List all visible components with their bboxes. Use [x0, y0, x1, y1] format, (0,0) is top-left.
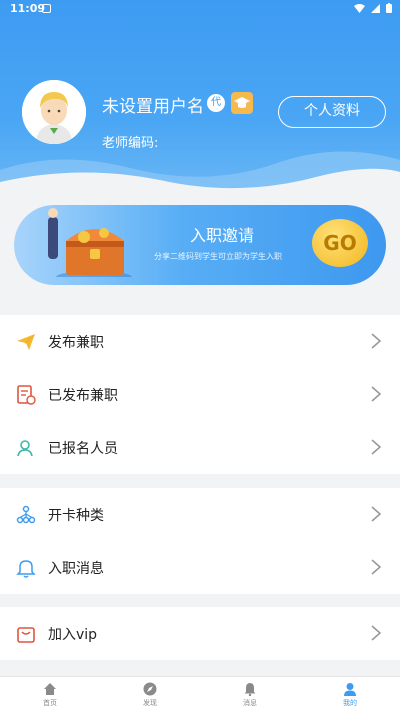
tab-home[interactable]: 首页	[0, 677, 100, 710]
chevron-right-icon	[371, 506, 382, 522]
user-icon	[344, 683, 356, 696]
chevron-right-icon	[371, 559, 382, 575]
home-icon	[44, 683, 56, 695]
username: 未设置用户名	[102, 97, 204, 117]
signal-icon	[371, 3, 380, 13]
tab-label: 我的	[343, 699, 357, 707]
tree-structure-icon	[16, 505, 36, 524]
chevron-right-icon	[371, 386, 382, 402]
menu-group-1: 发布兼职 已发布兼职 已报名人员	[0, 315, 400, 474]
graduation-cap-icon	[231, 92, 253, 114]
avatar-illustration	[22, 80, 86, 144]
wave-decoration	[0, 151, 400, 200]
bell-icon	[16, 560, 36, 578]
tab-label: 发现	[143, 699, 157, 707]
go-button[interactable]: GO	[312, 219, 368, 267]
bell-icon	[244, 683, 256, 696]
avatar[interactable]	[22, 80, 86, 144]
menu-item-onboarding-messages[interactable]: 入职消息	[0, 541, 400, 594]
tab-label: 首页	[43, 699, 57, 707]
status-time: 11:09	[10, 2, 46, 15]
bag-icon	[17, 627, 35, 643]
menu-item-published-jobs[interactable]: 已发布兼职	[0, 368, 400, 421]
menu-item-post-job[interactable]: 发布兼职	[0, 315, 400, 368]
compass-icon	[143, 682, 157, 696]
menu-item-applicants[interactable]: 已报名人员	[0, 421, 400, 474]
document-icon	[17, 385, 36, 405]
notification-icon	[42, 4, 51, 13]
menu-item-join-vip[interactable]: 加入vip	[0, 607, 400, 660]
tab-label: 消息	[243, 699, 257, 707]
status-bar: 11:09	[0, 0, 400, 18]
banner-title: 入职邀请	[190, 226, 255, 245]
treasure-chest-illustration	[48, 208, 132, 277]
tab-discover[interactable]: 发现	[100, 677, 200, 710]
bottom-tab-bar: 首页 发现 消息 我的	[0, 676, 400, 710]
menu-item-label: 开卡种类	[48, 508, 104, 524]
menu-item-label: 已发布兼职	[48, 388, 118, 404]
wifi-icon	[354, 3, 365, 13]
menu-item-label: 发布兼职	[48, 335, 104, 351]
chevron-right-icon	[371, 333, 382, 349]
menu-item-card-types[interactable]: 开卡种类	[0, 488, 400, 541]
tab-messages[interactable]: 消息	[200, 677, 300, 710]
menu-group-2: 开卡种类 入职消息	[0, 488, 400, 594]
banner-subtitle: 分享二维码到学生可立即为学生入职	[154, 252, 282, 261]
tab-mine[interactable]: 我的	[300, 677, 400, 710]
chevron-right-icon	[371, 439, 382, 455]
system-icons	[354, 3, 392, 13]
battery-icon	[386, 3, 392, 13]
profile-header: 11:09 未设置用户名 代 老师编码: 个人资料	[0, 0, 400, 200]
chevron-right-icon	[371, 625, 382, 641]
agent-badge: 代	[207, 94, 225, 112]
people-icon	[17, 440, 33, 457]
menu-group-3: 加入vip	[0, 607, 400, 660]
menu-item-label: 入职消息	[48, 561, 104, 577]
profile-button[interactable]: 个人资料	[278, 96, 386, 128]
menu-item-label: 加入vip	[48, 627, 98, 643]
menu-item-label: 已报名人员	[48, 441, 118, 457]
paper-plane-icon	[17, 334, 35, 350]
